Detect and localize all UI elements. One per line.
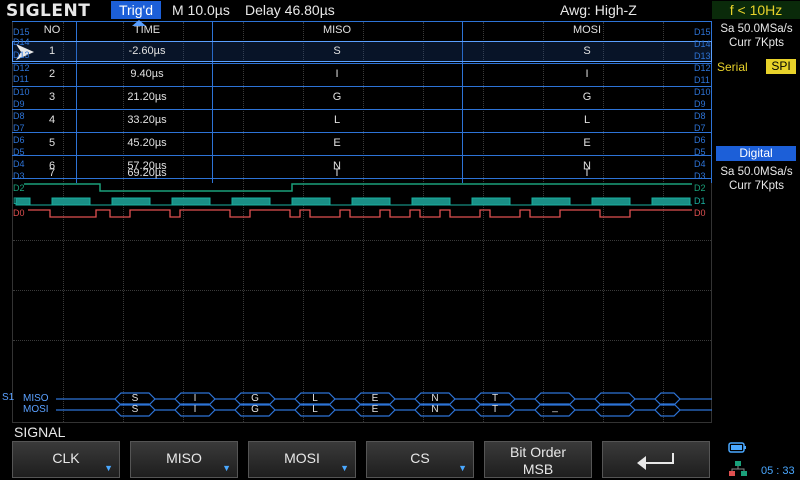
sample-rate-1: Sa 50.0MSa/s bbox=[720, 23, 793, 35]
spi-badge[interactable]: SPI bbox=[766, 59, 796, 74]
chevron-down-icon: ▼ bbox=[222, 463, 231, 473]
return-arrow-icon bbox=[637, 453, 674, 470]
sample-rate-2: Sa 50.0MSa/s bbox=[720, 166, 793, 178]
chevron-down-icon: ▼ bbox=[458, 463, 467, 473]
cs-button[interactable]: CS ▼ bbox=[366, 441, 474, 478]
chevron-down-icon: ▼ bbox=[340, 463, 349, 473]
serial-label: Serial bbox=[717, 60, 748, 74]
digital-badge[interactable]: Digital bbox=[716, 146, 796, 161]
bit-order-button[interactable]: Bit Order MSB bbox=[484, 441, 592, 478]
chevron-down-icon: ▼ bbox=[104, 463, 113, 473]
memory-depth-2: Curr 7Kpts bbox=[729, 180, 784, 192]
miso-button[interactable]: MISO ▼ bbox=[130, 441, 238, 478]
back-button[interactable] bbox=[602, 441, 710, 478]
mosi-button[interactable]: MOSI ▼ bbox=[248, 441, 356, 478]
battery-icon bbox=[728, 442, 746, 453]
clk-button[interactable]: CLK ▼ bbox=[12, 441, 120, 478]
network-icon bbox=[729, 461, 747, 476]
menu-title: SIGNAL bbox=[14, 424, 66, 440]
softkey-bar: CLK ▼ MISO ▼ MOSI ▼ CS ▼ Bit Order MSB bbox=[0, 440, 720, 480]
bus-decode-traces bbox=[56, 392, 712, 417]
clock: 05 : 33 bbox=[761, 465, 795, 477]
memory-depth-1: Curr 7Kpts bbox=[729, 37, 784, 49]
